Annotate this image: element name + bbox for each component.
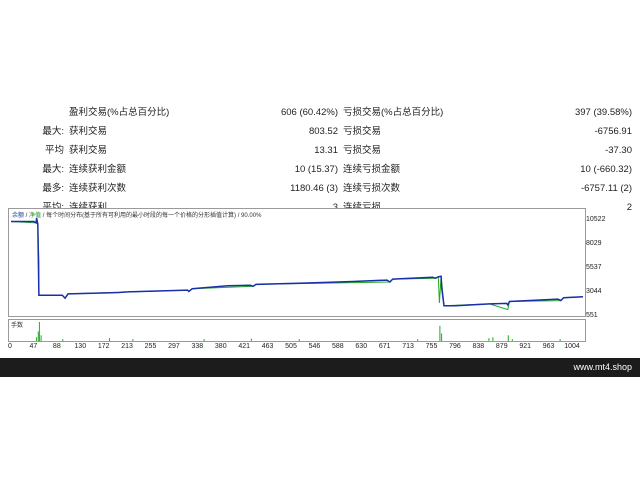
x-tick-label: 713 xyxy=(402,343,414,350)
x-tick-label: 546 xyxy=(308,343,321,350)
x-tick-label: 838 xyxy=(472,343,485,350)
stat-value: 803.52 xyxy=(308,126,338,137)
stat-name: 获利交易 xyxy=(69,145,108,156)
volume-bar xyxy=(441,333,443,341)
volume-bar xyxy=(40,335,42,341)
x-tick-label: 1004 xyxy=(564,343,580,350)
volume-bar xyxy=(132,339,134,341)
volume-bar xyxy=(203,339,205,341)
volume-chart xyxy=(36,322,561,341)
x-tick-label: 588 xyxy=(331,343,344,350)
x-tick-label: 0 xyxy=(8,343,12,350)
x-tick-label: 505 xyxy=(285,343,297,350)
stat-value: 10 (15.37) xyxy=(294,164,338,175)
row-label: 最多: xyxy=(42,183,64,194)
footer-bar: www.mt4.shop xyxy=(0,358,640,377)
row-label: 最大: xyxy=(42,164,64,175)
stat-value-loss: 397 (39.58%) xyxy=(574,107,632,118)
row-label: 平均 xyxy=(44,145,64,156)
y-axis: 10522 8029 5537 3044 551 xyxy=(586,208,640,319)
stat-name-loss: 连续亏损金额 xyxy=(343,164,401,175)
volume-bar xyxy=(507,335,509,341)
volume-bar xyxy=(488,338,490,341)
stat-name-loss: 亏损交易(%占总百分比) xyxy=(343,107,444,118)
volume-bar xyxy=(417,339,419,341)
volume-bar xyxy=(62,339,64,341)
stat-value-loss: -6756.91 xyxy=(594,126,632,137)
volume-bar xyxy=(38,322,40,341)
site-url[interactable]: www.mt4.shop xyxy=(573,362,632,372)
y-tick-label: 3044 xyxy=(586,288,602,295)
summary-stats-table: 盈利交易(%占总百分比) 606 (60.42%) 亏损交易(%占总百分比) 397 … xyxy=(0,103,640,217)
y-tick-label: 5537 xyxy=(586,264,602,271)
stat-value: 606 (60.42%) xyxy=(280,107,338,118)
x-tick-label: 796 xyxy=(449,343,461,350)
volume-bar xyxy=(298,339,300,341)
x-tick-label: 921 xyxy=(519,343,531,350)
volume-bar xyxy=(511,339,513,341)
x-tick-label: 380 xyxy=(214,343,227,350)
stats-row: 盈利交易(%占总百分比) 606 (60.42%) 亏损交易(%占总百分比) 397 … xyxy=(0,103,640,122)
stat-name: 获利交易 xyxy=(69,126,108,137)
x-tick-label: 755 xyxy=(425,343,438,350)
x-tick-label: 297 xyxy=(168,343,180,350)
stat-name: 连续获利次数 xyxy=(69,183,127,194)
x-tick-label: 255 xyxy=(144,343,157,350)
volume-bar xyxy=(559,339,561,341)
stat-name-loss: 亏损交易 xyxy=(343,145,382,156)
stat-value-loss: 10 (-660.32) xyxy=(580,164,632,175)
x-tick-label: 963 xyxy=(542,343,555,350)
stat-name: 连续获利金额 xyxy=(69,164,127,175)
x-tick-label: 130 xyxy=(74,343,87,350)
x-tick-label: 88 xyxy=(52,343,61,350)
volume-bar xyxy=(36,337,38,341)
stats-row: 平均 获利交易 13.31 亏损交易 -37.30 xyxy=(0,141,640,160)
stat-value: 13.31 xyxy=(314,145,338,156)
volume-bar xyxy=(439,325,441,341)
volume-bar xyxy=(492,337,494,341)
balance-line xyxy=(11,218,584,307)
x-axis: 0 47 88 130 172 213 255 297 338 380 421 463 505 546 58… xyxy=(0,343,640,355)
stat-name: 盈利交易(%占总百分比) xyxy=(69,107,170,118)
x-tick-label: 630 xyxy=(355,343,368,350)
equity-line xyxy=(10,218,584,311)
x-tick-label: 421 xyxy=(238,343,250,350)
x-tick-label: 671 xyxy=(378,343,391,350)
row-label: 最大: xyxy=(42,126,64,137)
stat-name-loss: 亏损交易 xyxy=(343,126,382,137)
x-tick-label: 213 xyxy=(121,343,133,350)
stats-row: 最大: 连续获利金额 10 (15.37) 连续亏损金额 10 (-660.32) xyxy=(0,160,640,179)
x-tick-label: 463 xyxy=(261,343,274,350)
volume-panel: 手数 xyxy=(8,319,586,342)
volume-bar xyxy=(250,338,252,341)
x-tick-label: 47 xyxy=(29,343,38,350)
stat-value: 1180.46 (3) xyxy=(290,183,338,194)
volume-bar xyxy=(37,331,39,341)
balance-equity-chart xyxy=(10,218,584,311)
stat-value-loss: -37.30 xyxy=(605,145,632,156)
x-tick-label: 338 xyxy=(191,343,204,350)
stats-row: 最大: 获利交易 803.52 亏损交易 -6756.91 xyxy=(0,122,640,141)
stats-row: 最多: 连续获利次数 1180.46 (3) 连续亏损次数 -6757.11 (2) xyxy=(0,179,640,198)
y-tick-label: 8029 xyxy=(586,240,602,247)
stat-value-loss: -6757.11 (2) xyxy=(580,183,632,194)
x-tick-label: 879 xyxy=(495,343,508,350)
balance-chart-panel: 余额 / 净值 / 每个时间分布(基于所有可利用的最小时段的每一个价格的分形插值… xyxy=(8,208,586,317)
y-tick-label: 10522 xyxy=(586,216,606,223)
volume-bar xyxy=(109,338,110,341)
x-tick-label: 172 xyxy=(97,343,110,350)
y-tick-label: 551 xyxy=(586,312,598,319)
stat-name-loss: 连续亏损次数 xyxy=(343,183,401,194)
